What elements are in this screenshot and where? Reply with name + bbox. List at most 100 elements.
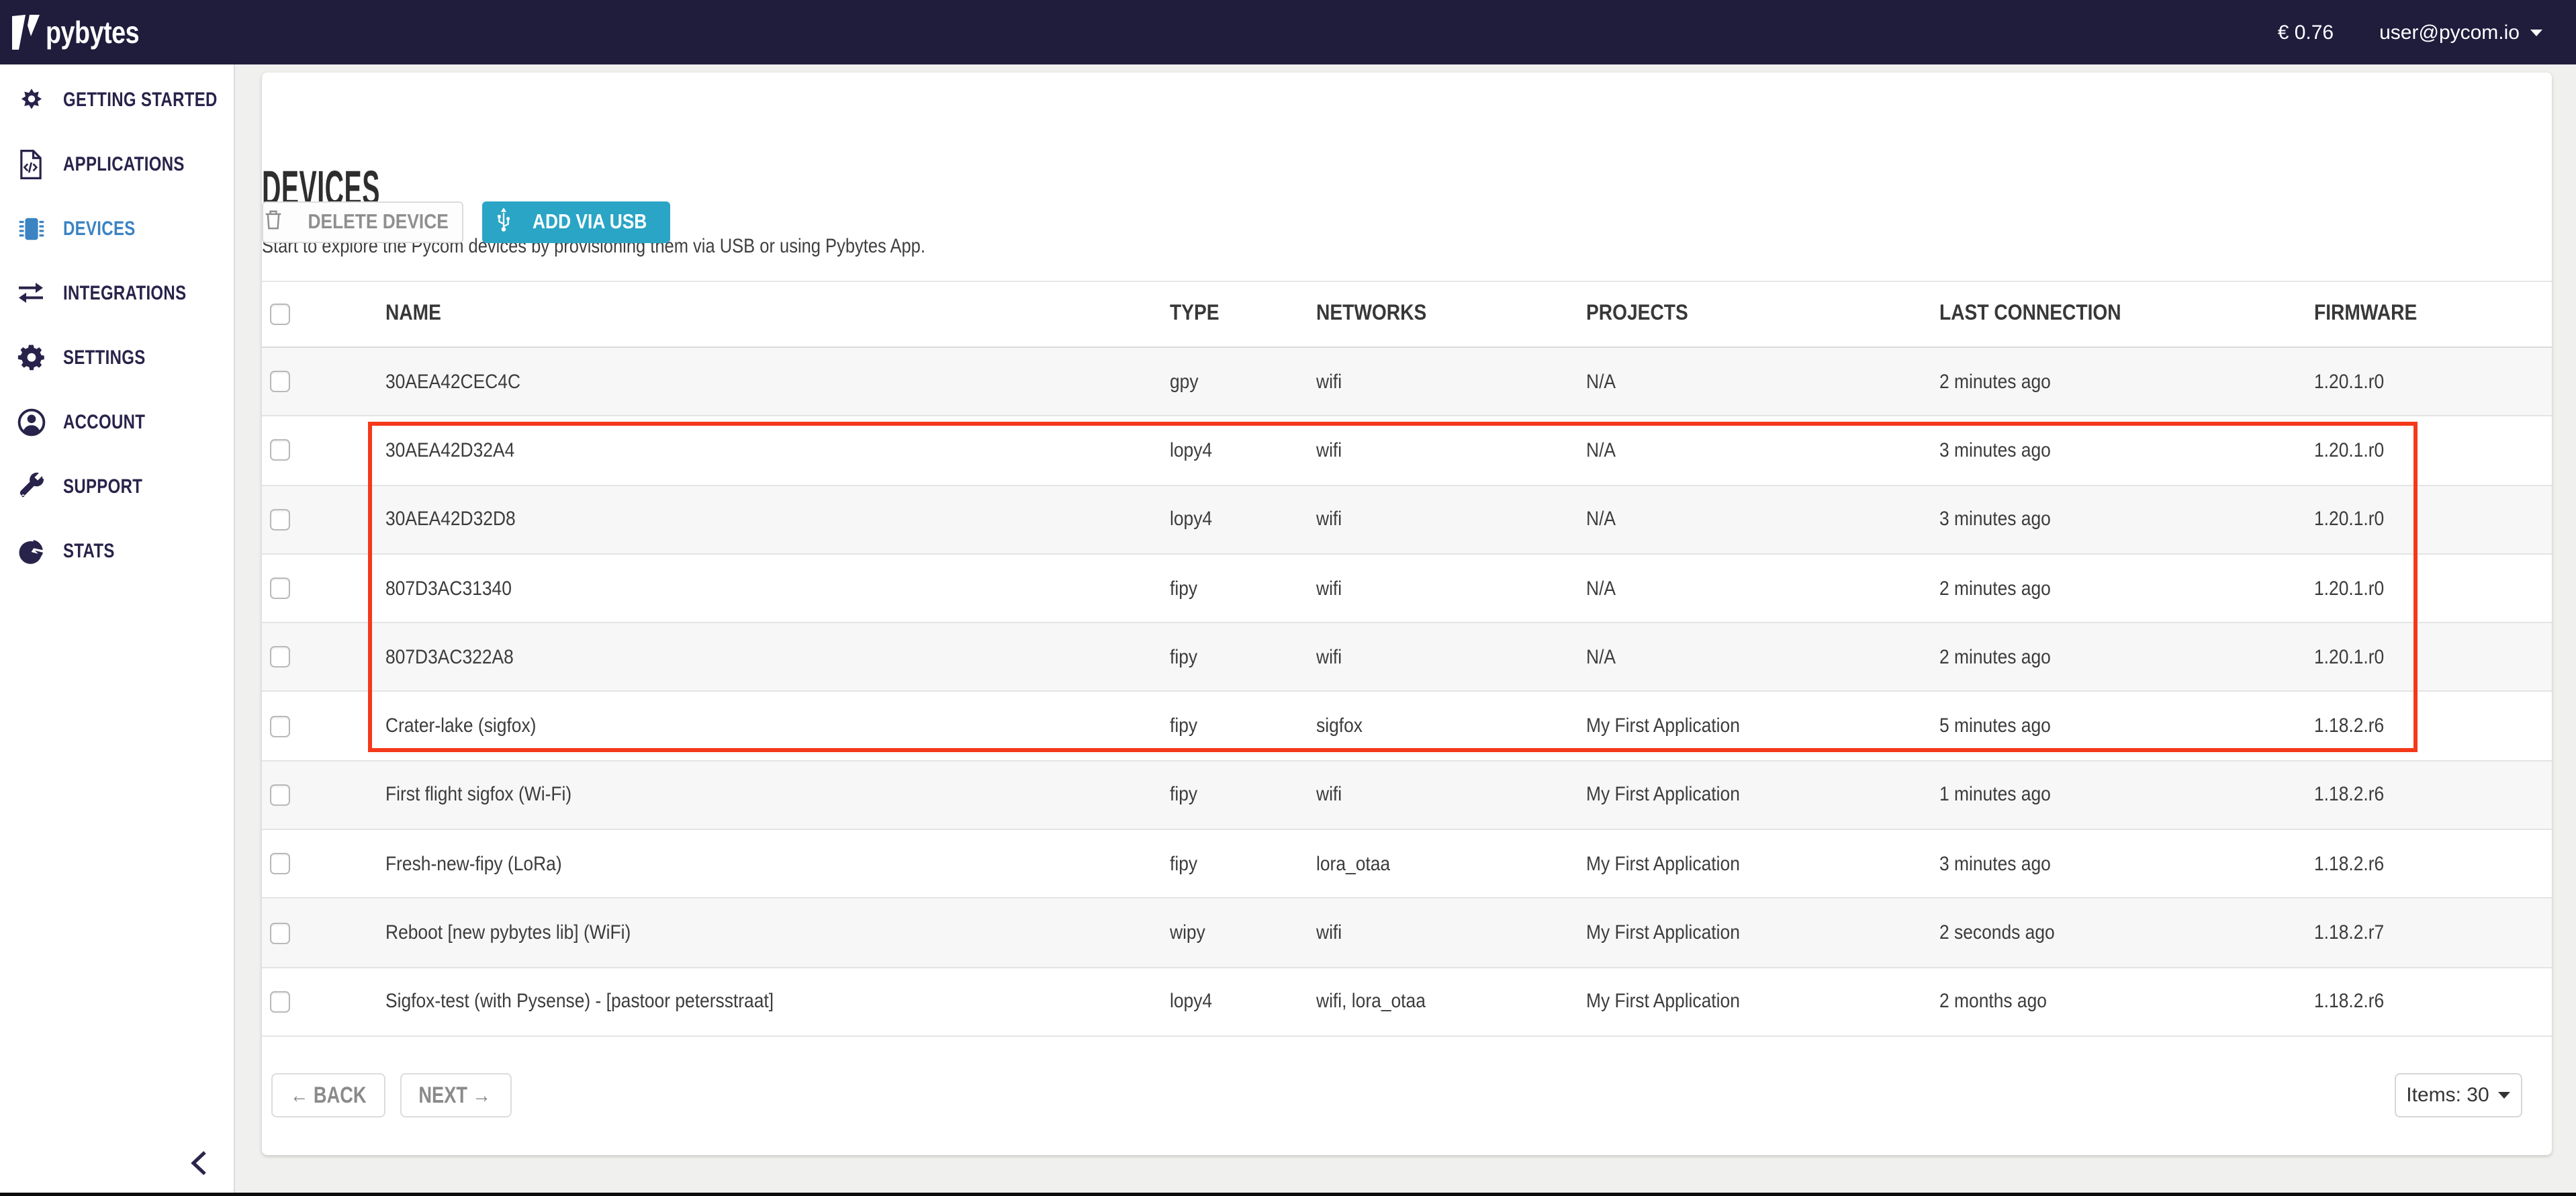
device-name: Sigfox-test (with Pysense) - [pastoor pe… (363, 991, 1148, 1013)
device-name: First flight sigfox (Wi-Fi) (363, 784, 1148, 807)
sidebar-item-account[interactable]: ACCOUNT (0, 389, 234, 454)
pycom-logo-icon (12, 15, 40, 50)
device-networks: wifi (1296, 784, 1565, 807)
device-firmware: 1.20.1.r0 (2283, 439, 2552, 462)
row-checkbox[interactable] (270, 371, 290, 392)
sidebar-item-getting-started[interactable]: GETTING STARTED (0, 67, 234, 132)
device-last-connection: 3 minutes ago (1921, 439, 2283, 462)
device-networks: lora_otaa (1296, 852, 1565, 875)
screen-bottom-edge (0, 1192, 2576, 1196)
column-header-networks: NETWORKS (1296, 302, 1565, 326)
device-row[interactable]: 807D3AC322A8 fipy wifi N/A 2 minutes ago… (261, 623, 2552, 692)
device-name: 30AEA42D32A4 (363, 439, 1148, 462)
device-networks: wifi (1296, 370, 1565, 393)
row-checkbox[interactable] (270, 578, 290, 599)
logo-text: pybytes (46, 14, 139, 50)
sidebar-item-applications[interactable]: APPLICATIONS (0, 132, 234, 196)
user-email: user@pycom.io (2379, 21, 2520, 44)
table-header-row: NAME TYPE NETWORKS PROJECTS LAST CONNECT… (261, 281, 2552, 348)
row-checkbox[interactable] (270, 922, 290, 944)
device-row[interactable]: 807D3AC31340 fipy wifi N/A 2 minutes ago… (261, 555, 2552, 624)
device-last-connection: 1 minutes ago (1921, 784, 2283, 807)
device-firmware: 1.18.2.r6 (2283, 715, 2552, 737)
device-last-connection: 2 minutes ago (1921, 646, 2283, 669)
device-row[interactable]: Fresh-new-fipy (LoRa) fipy lora_otaa My … (261, 830, 2552, 899)
row-checkbox[interactable] (270, 991, 290, 1013)
back-button[interactable]: ← BACK (271, 1073, 385, 1117)
device-row[interactable]: Sigfox-test (with Pysense) - [pastoor pe… (261, 968, 2552, 1037)
select-all-checkbox[interactable] (270, 304, 290, 325)
device-row[interactable]: Crater-lake (sigfox) fipy sigfox My Firs… (261, 692, 2552, 762)
device-row[interactable]: 30AEA42D32D8 lopy4 wifi N/A 3 minutes ag… (261, 486, 2552, 555)
device-networks: wifi (1296, 508, 1565, 531)
device-type: wipy (1148, 921, 1296, 944)
device-firmware: 1.18.2.r7 (2283, 921, 2552, 944)
device-type: lopy4 (1148, 439, 1296, 462)
row-checkbox[interactable] (270, 508, 290, 530)
user-icon (15, 406, 47, 438)
device-firmware: 1.20.1.r0 (2283, 577, 2552, 600)
device-row[interactable]: Reboot [new pybytes lib] (WiFi) wipy wif… (261, 899, 2552, 968)
device-projects: My First Application (1565, 921, 1921, 944)
trash-icon (263, 208, 283, 237)
device-projects: N/A (1565, 370, 1921, 393)
sidebar-item-integrations[interactable]: INTEGRATIONS (0, 261, 234, 325)
gear-icon (15, 341, 47, 373)
row-checkbox[interactable] (270, 853, 290, 874)
sidebar-item-support[interactable]: SUPPORT (0, 454, 234, 518)
pybytes-logo[interactable]: pybytes (0, 14, 160, 50)
device-networks: wifi (1296, 646, 1565, 669)
add-via-usb-button[interactable]: ADD VIA USB (481, 201, 670, 243)
row-checkbox[interactable] (270, 647, 290, 668)
device-type: fipy (1148, 646, 1296, 669)
chevron-left-icon (188, 1157, 210, 1180)
next-button[interactable]: NEXT → (400, 1073, 511, 1117)
device-row[interactable]: 30AEA42D32A4 lopy4 wifi N/A 3 minutes ag… (261, 417, 2552, 486)
device-type: gpy (1148, 370, 1296, 393)
column-header-last-connection: LAST CONNECTION (1921, 302, 2283, 326)
device-projects: N/A (1565, 439, 1921, 462)
device-firmware: 1.20.1.r0 (2283, 370, 2552, 393)
device-name: Crater-lake (sigfox) (363, 715, 1148, 737)
device-type: fipy (1148, 852, 1296, 875)
row-checkbox[interactable] (270, 784, 290, 806)
device-type: fipy (1148, 577, 1296, 600)
toolbar: DELETE DEVICE ADD VIA USB (261, 201, 670, 243)
sidebar: GETTING STARTED APPLICATIONS DEVICES INT… (0, 64, 235, 1196)
device-last-connection: 2 minutes ago (1921, 577, 2283, 600)
sidebar-collapse-button[interactable] (188, 1150, 215, 1177)
delete-device-button[interactable]: DELETE DEVICE (261, 201, 463, 243)
device-last-connection: 3 minutes ago (1921, 852, 2283, 875)
sun-icon (15, 83, 47, 116)
pie-chart-icon (15, 535, 47, 567)
device-type: fipy (1148, 784, 1296, 807)
device-type: fipy (1148, 715, 1296, 737)
sidebar-item-devices[interactable]: DEVICES (0, 196, 234, 261)
caret-down-icon (2530, 29, 2542, 36)
sidebar-item-stats[interactable]: STATS (0, 518, 234, 583)
device-last-connection: 3 minutes ago (1921, 508, 2283, 531)
sidebar-item-settings[interactable]: SETTINGS (0, 325, 234, 389)
device-projects: My First Application (1565, 991, 1921, 1013)
device-last-connection: 2 seconds ago (1921, 921, 2283, 944)
device-projects: N/A (1565, 646, 1921, 669)
device-firmware: 1.20.1.r0 (2283, 646, 2552, 669)
row-checkbox[interactable] (270, 715, 290, 737)
row-checkbox[interactable] (270, 440, 290, 461)
devices-table: NAME TYPE NETWORKS PROJECTS LAST CONNECT… (261, 281, 2552, 1037)
user-menu[interactable]: user@pycom.io (2379, 21, 2542, 44)
device-row[interactable]: 30AEA42CEC4C gpy wifi N/A 2 minutes ago … (261, 348, 2552, 417)
column-header-firmware: FIRMWARE (2283, 302, 2552, 326)
device-projects: My First Application (1565, 715, 1921, 737)
items-per-page-dropdown[interactable]: Items: 30 (2395, 1072, 2522, 1117)
device-last-connection: 5 minutes ago (1921, 715, 2283, 737)
device-last-connection: 2 minutes ago (1921, 370, 2283, 393)
device-row[interactable]: First flight sigfox (Wi-Fi) fipy wifi My… (261, 762, 2552, 831)
wrench-icon (15, 470, 47, 502)
pybytes-app: pybytes € 0.76 user@pycom.io GETTING STA… (0, 0, 2576, 1196)
device-name: 807D3AC31340 (363, 577, 1148, 600)
device-networks: wifi, lora_otaa (1296, 991, 1565, 1013)
sidebar-nav: GETTING STARTED APPLICATIONS DEVICES INT… (0, 64, 234, 583)
device-projects: N/A (1565, 508, 1921, 531)
pagination: ← BACK NEXT → (271, 1073, 511, 1117)
